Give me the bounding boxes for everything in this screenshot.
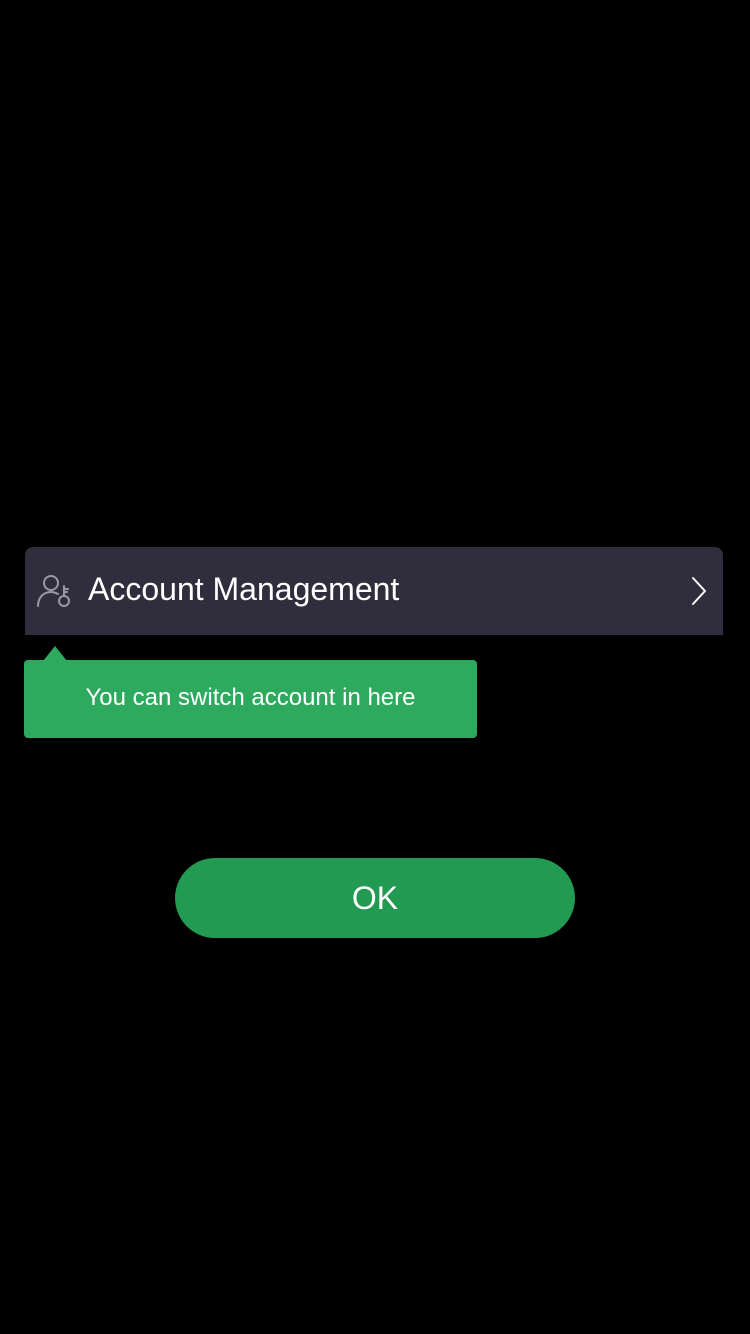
ok-button[interactable]: OK [175,858,575,938]
account-management-row[interactable]: Account Management [25,547,723,635]
chevron-right-icon [689,575,709,607]
switch-account-tooltip: You can switch account in here [24,660,477,738]
account-key-icon [36,573,72,609]
tooltip-text: You can switch account in here [85,684,416,711]
account-management-label: Account Management [88,571,400,607]
tooltip-arrow [43,646,67,661]
